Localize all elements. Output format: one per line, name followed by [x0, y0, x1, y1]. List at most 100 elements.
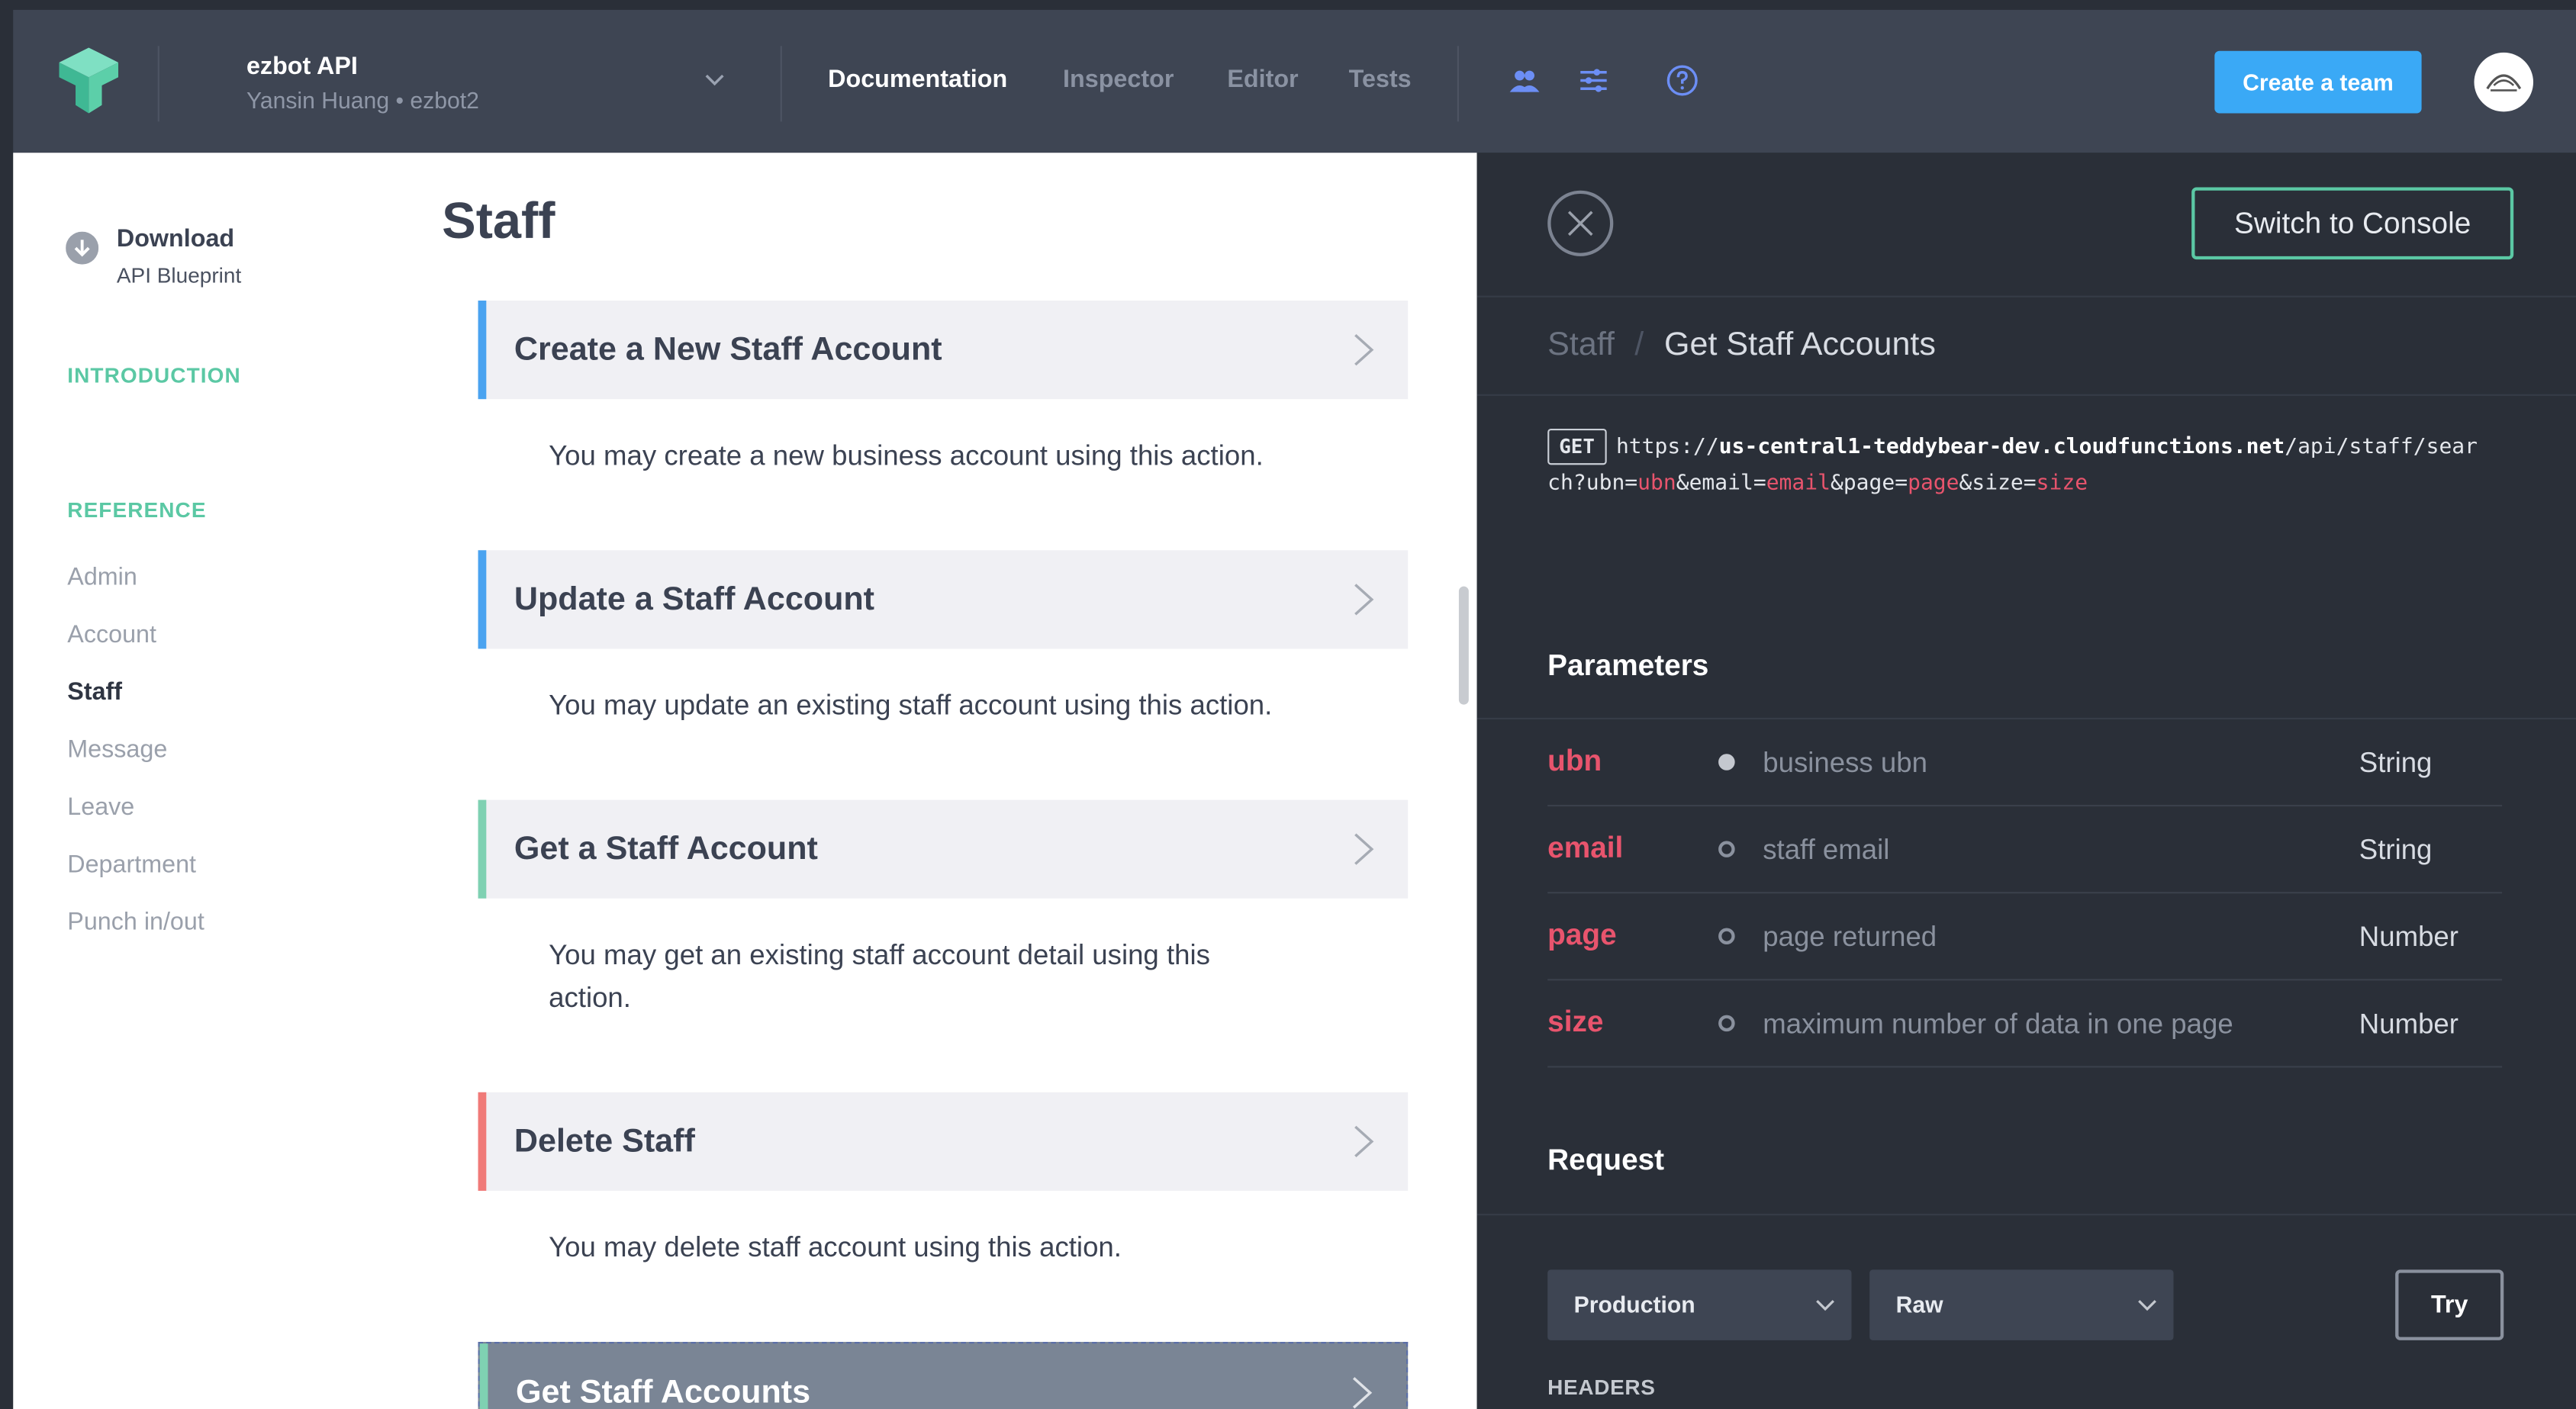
chevron-right-icon [1354, 833, 1374, 865]
param-type: Number [2359, 921, 2458, 953]
environment-value: Production [1573, 1291, 1695, 1317]
sidebar-item-account[interactable]: Account [67, 621, 156, 649]
sidebar-item-message[interactable]: Message [67, 736, 167, 764]
scrollbar-thumb[interactable] [1458, 586, 1469, 705]
switch-to-console-button[interactable]: Switch to Console [2191, 187, 2514, 260]
request-heading: Request [1547, 1143, 1665, 1176]
action-get-staff-accounts[interactable]: Get Staff Accounts [478, 1342, 1409, 1409]
param-type: String [2359, 747, 2433, 779]
parameters-heading: Parameters [1547, 648, 1709, 682]
nav-inspector[interactable]: Inspector [1063, 66, 1174, 94]
optional-indicator [1718, 928, 1735, 945]
action-description: You may delete staff account using this … [549, 1231, 1122, 1263]
chevron-down-icon [1816, 1300, 1834, 1311]
download-subtitle[interactable]: API Blueprint [117, 262, 241, 287]
url-param-size: size [2036, 471, 2088, 497]
http-method-badge: GET [1547, 428, 1607, 465]
avatar[interactable] [2474, 52, 2534, 112]
reference-heading[interactable]: REFERENCE [67, 497, 206, 522]
action-color-bar [478, 1092, 487, 1191]
divider [1476, 1214, 2576, 1216]
headers-label: HEADERS [1547, 1375, 1656, 1400]
team-icon[interactable] [1509, 64, 1541, 97]
action-create-staff[interactable]: Create a New Staff Account [478, 301, 1409, 400]
sidebar-item-department[interactable]: Department [67, 851, 196, 879]
introduction-link[interactable]: INTRODUCTION [67, 363, 241, 388]
divider [1457, 46, 1459, 122]
action-description: You may update an existing staff account… [549, 690, 1273, 722]
url-param-email: email [1766, 471, 1831, 497]
parameter-row: size maximum number of data in one page … [1547, 980, 2503, 1068]
action-title: Update a Staff Account [514, 581, 875, 618]
help-icon[interactable] [1666, 64, 1699, 97]
parameter-row: email staff email String [1547, 806, 2503, 894]
format-select[interactable]: Raw [1869, 1269, 2174, 1340]
param-type: Number [2359, 1008, 2458, 1040]
close-button[interactable] [1547, 190, 1614, 256]
nav-tests[interactable]: Tests [1349, 66, 1412, 94]
action-color-bar [478, 550, 487, 649]
url-scheme: https:// [1615, 435, 1719, 460]
action-title: Create a New Staff Account [514, 331, 942, 368]
action-update-staff[interactable]: Update a Staff Account [478, 550, 1409, 649]
top-bar: ezbot API Yansin Huang • ezbot2 Document… [13, 9, 2576, 153]
url-separator: &email= [1676, 471, 1766, 497]
required-indicator [1718, 754, 1735, 770]
action-color-bar [479, 1343, 488, 1409]
chevron-right-icon [1352, 1377, 1373, 1409]
optional-indicator [1718, 841, 1735, 857]
sidebar-item-admin[interactable]: Admin [67, 563, 137, 591]
action-detail-panel: Switch to Console Staff / Get Staff Acco… [1476, 153, 2576, 1409]
parameter-row: page page returned Number [1547, 893, 2503, 981]
action-color-bar [478, 799, 487, 899]
sidebar-item-punch[interactable]: Punch in/out [67, 909, 204, 937]
param-name: ubn [1547, 744, 1602, 777]
url-param-page: page [1908, 471, 1959, 497]
optional-indicator [1718, 1015, 1735, 1032]
chevron-down-icon [2138, 1300, 2156, 1311]
param-description: staff email [1763, 834, 1890, 866]
nav-documentation[interactable]: Documentation [828, 66, 1007, 94]
breadcrumb-separator: / [1634, 327, 1644, 363]
url-path: /api/staff/sear [2285, 435, 2478, 460]
param-name: size [1547, 1005, 1604, 1038]
param-type: String [2359, 834, 2433, 866]
divider [1476, 394, 2576, 396]
action-description: You may get an existing staff account de… [549, 939, 1210, 1014]
parameter-row: ubn business ubn String [1547, 719, 2503, 807]
chevron-right-icon [1354, 333, 1374, 366]
action-description: You may create a new business account us… [549, 440, 1264, 471]
create-team-button[interactable]: Create a team [2214, 50, 2422, 114]
chevron-down-icon[interactable] [704, 69, 726, 92]
sliders-icon[interactable] [1577, 64, 1610, 97]
download-link[interactable]: Download [117, 225, 234, 253]
param-description: maximum number of data in one page [1763, 1008, 2233, 1040]
action-title: Get Staff Accounts [516, 1375, 811, 1409]
apiary-logo-icon[interactable] [53, 44, 125, 117]
param-description: business ubn [1763, 747, 1927, 779]
divider [157, 46, 159, 122]
url-host: us-central1-teddybear-dev.cloudfunctions… [1718, 435, 2285, 460]
param-name: page [1547, 918, 1617, 951]
api-name[interactable]: ezbot API [246, 53, 358, 81]
download-icon[interactable] [66, 231, 99, 265]
divider [780, 46, 782, 122]
action-delete-staff[interactable]: Delete Staff [478, 1092, 1409, 1191]
param-description: page returned [1763, 921, 1937, 953]
action-title: Get a Staff Account [514, 831, 818, 867]
url-separator: &page= [1830, 471, 1908, 497]
action-color-bar [478, 301, 487, 400]
sidebar-item-leave[interactable]: Leave [67, 793, 134, 822]
url-separator: &size= [1959, 471, 2037, 497]
try-button[interactable]: Try [2395, 1269, 2504, 1340]
nav-editor[interactable]: Editor [1227, 66, 1298, 94]
page-title: Staff [442, 191, 555, 250]
breadcrumb-current: Get Staff Accounts [1664, 327, 1936, 363]
close-icon [1567, 211, 1593, 236]
app-window: ezbot API Yansin Huang • ezbot2 Document… [0, 0, 2576, 1409]
environment-select[interactable]: Production [1547, 1269, 1852, 1340]
user-avatar-icon [2486, 74, 2522, 92]
action-get-staff[interactable]: Get a Staff Account [478, 799, 1409, 899]
breadcrumb-root[interactable]: Staff [1547, 327, 1615, 365]
sidebar-item-staff[interactable]: Staff [67, 678, 122, 706]
